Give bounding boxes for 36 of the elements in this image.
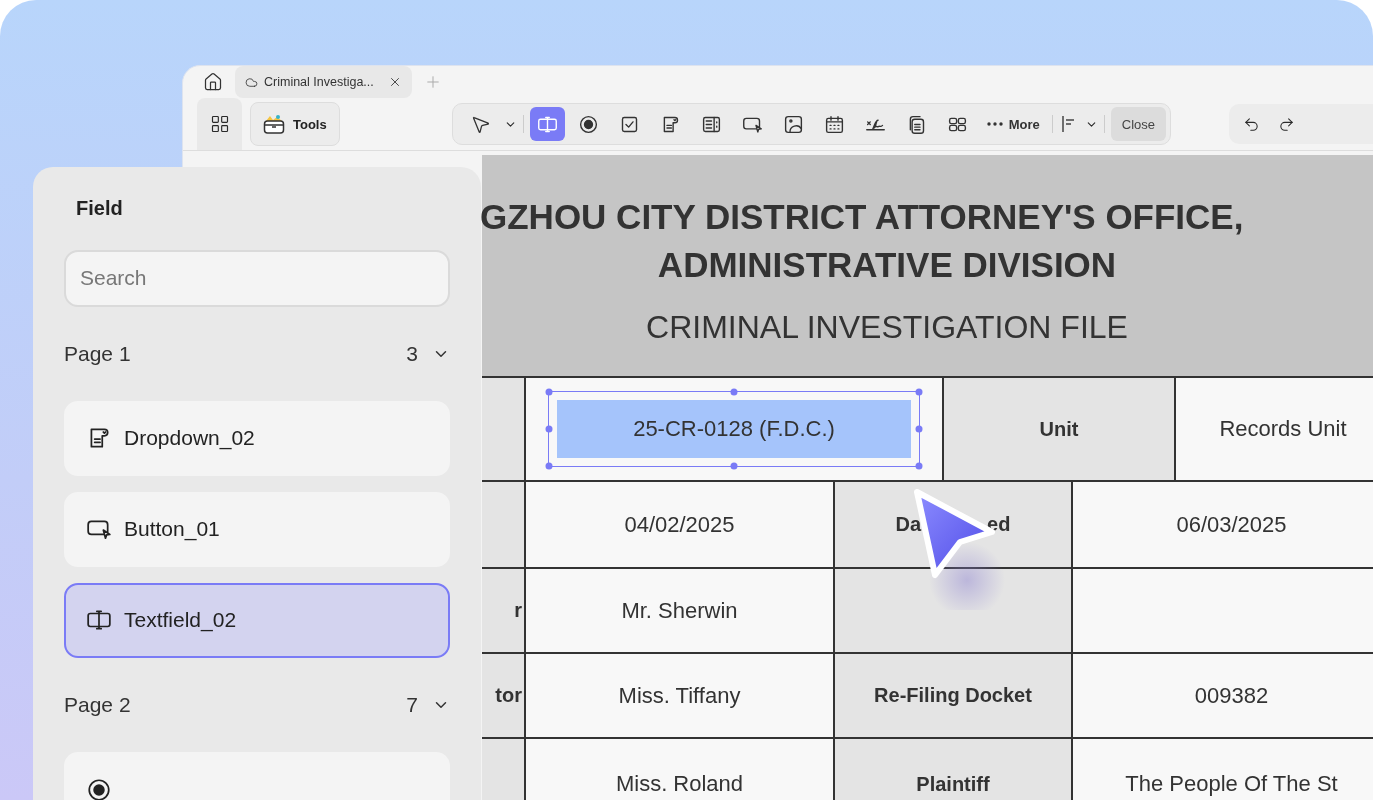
search-field[interactable]: Search	[64, 250, 450, 307]
cloud-icon	[245, 75, 258, 89]
field-count: 3	[406, 341, 418, 366]
label-cell: r	[482, 569, 526, 652]
page-label: Page 1	[64, 341, 131, 366]
text-field[interactable]: 25-CR-0128 (F.D.C.)	[548, 391, 920, 467]
field-item[interactable]: Textfield_02	[64, 582, 450, 658]
document-heading: ADMINISTRATIVE DIVISION	[657, 244, 1117, 286]
undo-icon[interactable]	[1243, 115, 1260, 133]
toolbox-icon	[263, 114, 285, 134]
apps-button[interactable]	[197, 98, 242, 150]
field-count: 7	[406, 692, 418, 717]
label-cell: Plaintiff	[835, 739, 1073, 800]
radio-icon	[86, 776, 112, 800]
calendar-icon	[823, 113, 845, 135]
document-heading: GZHOU CITY DISTRICT ATTORNEY'S OFFICE,	[480, 196, 1244, 238]
document-subtitle: CRIMINAL INVESTIGATION FILE	[646, 309, 1128, 346]
document-tab[interactable]: Criminal Investiga...	[235, 66, 412, 98]
page-label: Page 2	[64, 692, 131, 717]
grid-icon	[209, 114, 230, 134]
redo-icon[interactable]	[1278, 115, 1295, 133]
image-icon	[782, 113, 804, 135]
field-item[interactable]: Button_01	[64, 491, 450, 567]
label-cell: tor	[482, 654, 526, 737]
radio-icon	[577, 113, 599, 135]
label-text: Da	[895, 513, 922, 536]
home-icon	[203, 72, 223, 92]
label-cell: Re-Filing Docket	[835, 654, 1073, 737]
tools-button[interactable]: Tools	[250, 102, 340, 146]
field-item[interactable]: Dropdown_02	[64, 400, 450, 476]
home-button[interactable]	[203, 72, 223, 92]
close-button[interactable]: Close	[1110, 107, 1166, 141]
panel-title: Field	[76, 197, 124, 220]
label-cell: Unit	[944, 378, 1176, 480]
more-button[interactable]: More	[980, 116, 1046, 132]
ellipsis-icon	[986, 122, 1003, 126]
